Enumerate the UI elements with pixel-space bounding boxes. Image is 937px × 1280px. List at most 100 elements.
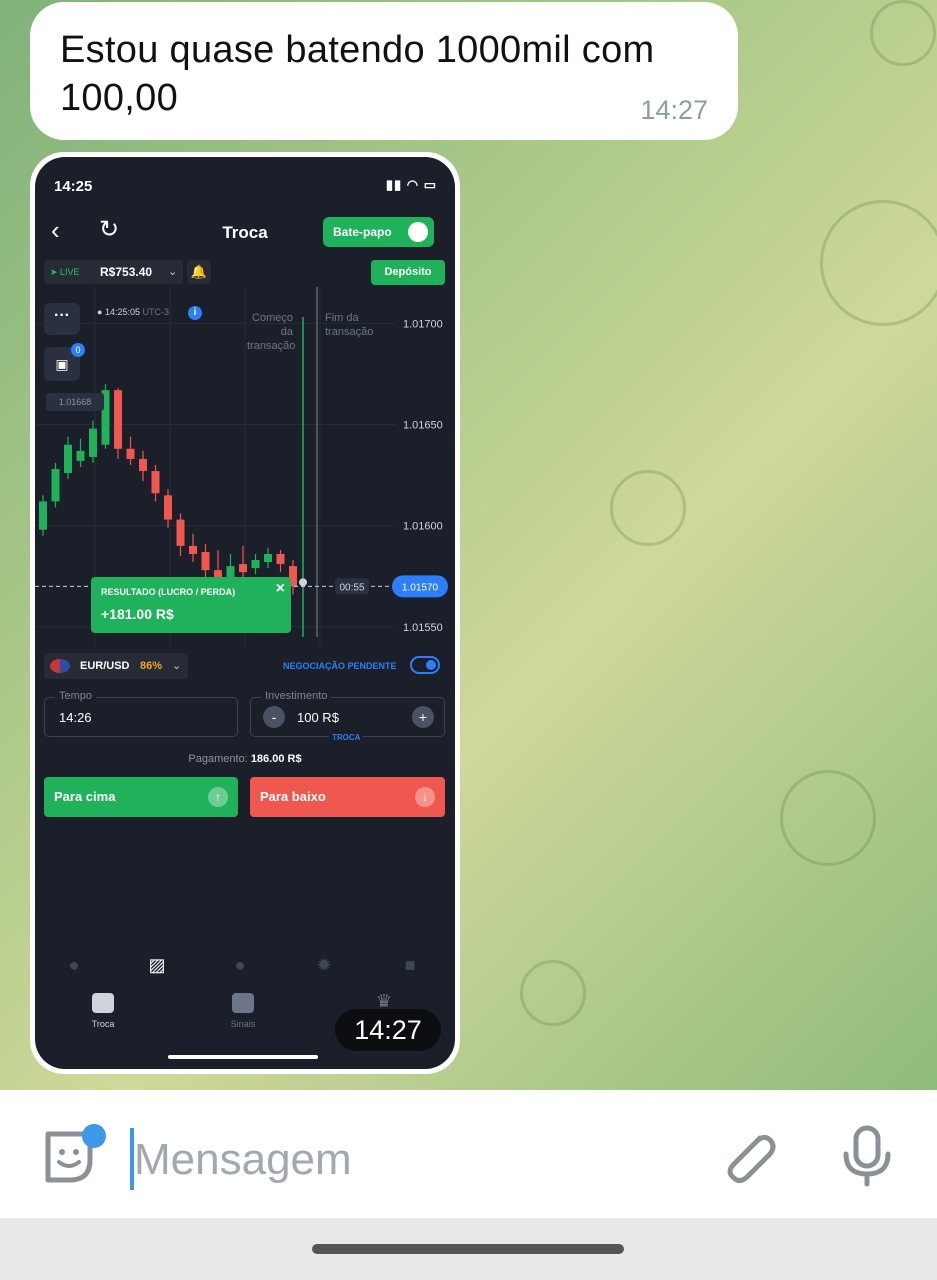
- paperclip-icon[interactable]: [716, 1124, 780, 1188]
- background-doodle: [780, 770, 876, 866]
- nav-sinais: Sinais: [213, 993, 273, 1029]
- plus-icon: +: [412, 706, 434, 728]
- home-indicator: [168, 1055, 318, 1059]
- chat-background: Estou quase batendo 1000mil com 100,00 1…: [0, 0, 937, 1090]
- result-value: +181.00 R$: [101, 606, 174, 622]
- pair-name: EUR/USD: [80, 660, 130, 672]
- user-icon: ●: [234, 955, 246, 975]
- candle: [276, 553, 285, 565]
- high-price-tag: 1.01668: [46, 393, 104, 411]
- image-time: 14:27: [335, 1009, 441, 1051]
- pending-trade-toggle: [410, 656, 440, 674]
- system-home-indicator[interactable]: [312, 1244, 624, 1254]
- investment-value: 100 R$: [297, 710, 339, 725]
- candle: [139, 458, 147, 472]
- chat-button: Bate-papo: [323, 217, 434, 247]
- payout: Pagamento: 186.00 R$: [188, 753, 302, 765]
- chevron-down-icon: ⌄: [168, 266, 178, 278]
- signals-icon: [232, 993, 254, 1013]
- pulse-icon: [92, 993, 114, 1013]
- balance-amount: R$753.40: [100, 265, 153, 279]
- trade-label: TROCA: [329, 733, 364, 742]
- pair-percent: 86%: [140, 660, 163, 672]
- up-button-label: Para cima: [54, 789, 116, 804]
- balance-selector: ➤ LIVE R$753.40 ⌄: [44, 260, 183, 284]
- gear-icon: ✹: [316, 955, 332, 975]
- system-navigation-bar: [0, 1218, 937, 1280]
- candle: [76, 450, 85, 461]
- trade-end-label: Fim da transação: [325, 312, 374, 338]
- message-input-bar: [0, 1090, 937, 1218]
- chat-button-label: Bate-papo: [333, 225, 392, 239]
- candle: [64, 444, 72, 474]
- arrow-up-icon: ↑: [208, 787, 228, 807]
- result-popup: RESULTADO (LUCRO / PERDA) +181.00 R$ ×: [91, 577, 291, 633]
- image-message[interactable]: 14:25 ▮▮ ◠ ▭ ‹ ↻ Troca Bate-papo ➤ LIVE …: [30, 152, 460, 1074]
- microphone-icon[interactable]: [840, 1124, 894, 1188]
- message-bubble[interactable]: Estou quase batendo 1000mil com 100,00 1…: [30, 2, 738, 140]
- background-doodle: [870, 0, 936, 66]
- background-doodle: [820, 200, 937, 326]
- investment-label: Investimento: [261, 690, 332, 702]
- flag-icon: [50, 659, 70, 673]
- message-time: 14:27: [640, 95, 708, 125]
- y-tick-label: 1.01650: [403, 420, 443, 432]
- chat-bubble-icon: ■: [404, 955, 416, 975]
- message-input[interactable]: [134, 1134, 654, 1186]
- down-button-label: Para baixo: [260, 789, 326, 804]
- countdown-text: 00:55: [339, 582, 364, 593]
- candle: [189, 545, 197, 554]
- time-label: Tempo: [55, 690, 97, 702]
- candle: [264, 553, 272, 563]
- chevron-down-icon: ⌄: [172, 660, 182, 672]
- candle: [239, 564, 247, 573]
- more-icon: ···: [44, 303, 80, 335]
- message-text: Estou quase batendo 1000mil com 100,00: [60, 29, 655, 119]
- status-icons: ▮▮ ◠ ▭: [385, 177, 437, 192]
- account-mode: ➤ LIVE: [50, 267, 80, 277]
- candle: [89, 428, 97, 457]
- candle: [51, 469, 60, 502]
- y-tick-label: 1.01550: [403, 622, 443, 634]
- chart-icon: ▨: [148, 955, 166, 975]
- result-title: RESULTADO (LUCRO / PERDA): [101, 587, 236, 597]
- up-button: Para cima ↑: [44, 777, 238, 817]
- minus-icon: -: [263, 706, 285, 728]
- info-icon: i: [188, 306, 202, 320]
- candle: [39, 501, 47, 530]
- candle: [251, 560, 260, 569]
- close-icon: ×: [275, 580, 285, 597]
- bell-icon: 🔔: [187, 260, 211, 284]
- time-value: 14:26: [59, 710, 92, 725]
- nav-sinais-label: Sinais: [230, 1019, 256, 1029]
- candle: [176, 519, 185, 546]
- briefcase-badge: 0: [71, 343, 85, 357]
- candle: [114, 390, 122, 449]
- entry-point: [299, 578, 307, 587]
- nav-troca: Troca: [73, 993, 133, 1029]
- status-time: 14:25: [54, 178, 93, 195]
- y-tick-label: 1.01700: [403, 318, 443, 330]
- background-doodle: [520, 960, 586, 1026]
- nav-troca-label: Troca: [91, 1019, 115, 1029]
- chat-icon: [408, 222, 428, 242]
- help-icon: ●: [68, 955, 80, 975]
- candle: [126, 448, 135, 459]
- trading-app-screenshot: 14:25 ▮▮ ◠ ▭ ‹ ↻ Troca Bate-papo ➤ LIVE …: [35, 157, 455, 1069]
- candle: [164, 495, 172, 520]
- deposit-button: Depósito: [371, 260, 445, 285]
- trade-start-label: Começo da transação: [247, 312, 296, 352]
- pending-trade-label: NEGOCIAÇÃO PENDENTE: [283, 661, 397, 671]
- y-tick-label: 1.01600: [403, 521, 443, 533]
- pair-selector: EUR/USD 86% ⌄: [44, 653, 188, 679]
- chart-timestamp: ● 14:25:05 UTC-3: [97, 307, 169, 317]
- arrow-down-icon: ↓: [415, 787, 435, 807]
- candle: [201, 551, 210, 571]
- candle: [151, 471, 160, 494]
- down-button: Para baixo ↓: [250, 777, 445, 817]
- investment-field: Investimento - 100 R$ +: [250, 690, 445, 737]
- background-doodle: [610, 470, 686, 546]
- time-field: Tempo 14:26: [44, 690, 238, 737]
- current-price-text: 1.01570: [402, 582, 439, 593]
- notification-dot: [82, 1124, 106, 1148]
